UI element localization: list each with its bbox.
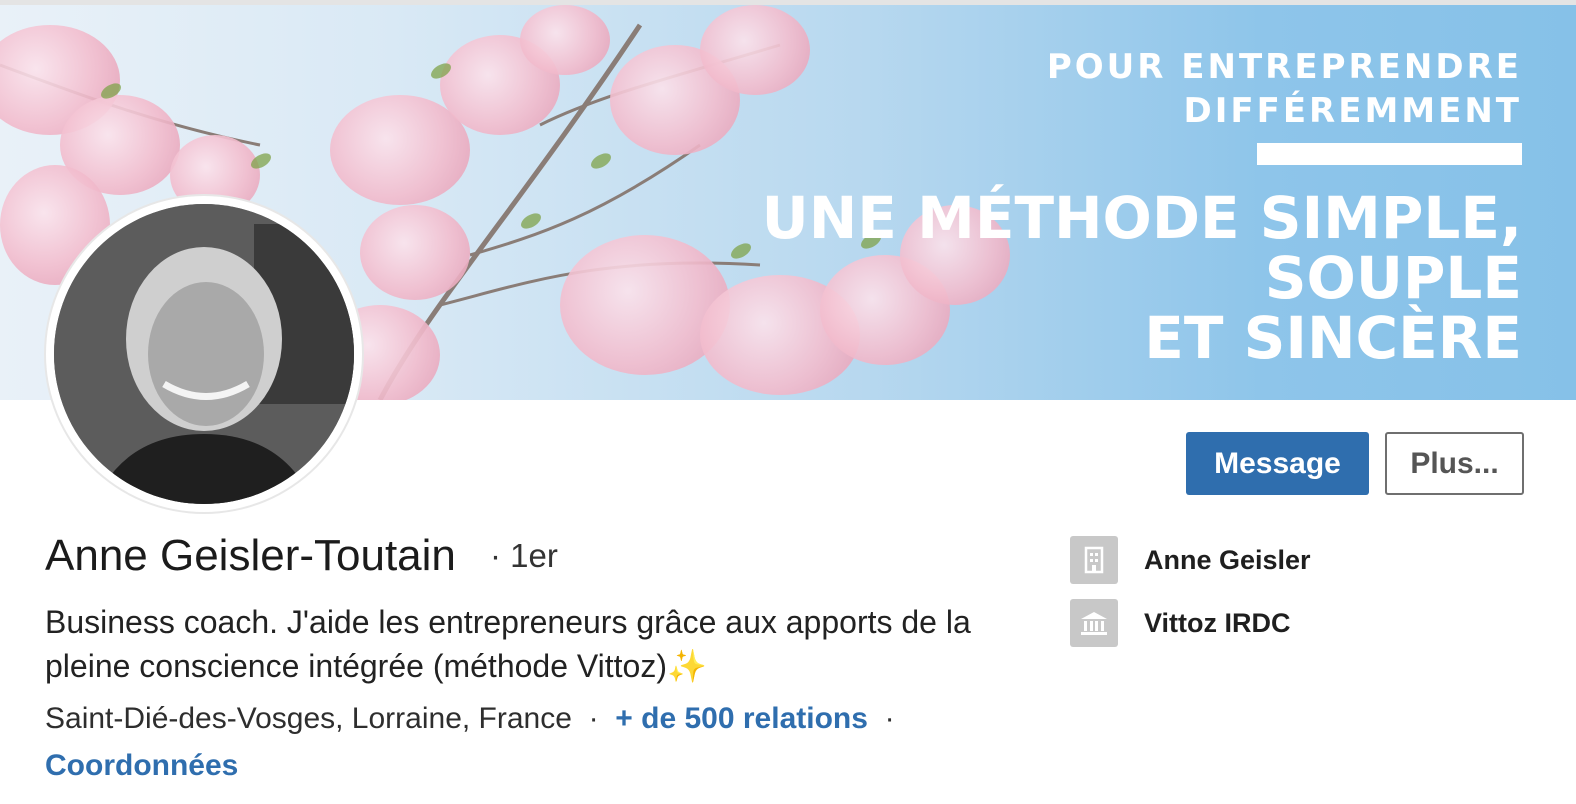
- school-icon: [1070, 599, 1118, 647]
- banner-tagline: POUR ENTREPRENDRE DIFFÉREMMENT: [1047, 45, 1522, 133]
- separator-dot: ·: [580, 702, 607, 735]
- banner-divider: [1257, 143, 1522, 165]
- sidebar-item-company[interactable]: Anne Geisler: [1070, 536, 1311, 584]
- profile-name: Anne Geisler-Toutain: [45, 531, 456, 580]
- sidebar-item-school[interactable]: Vittoz IRDC: [1070, 599, 1291, 647]
- avatar[interactable]: [54, 204, 354, 504]
- banner-line-4: SOUPLE: [1264, 244, 1522, 312]
- profile-headline: Business coach. J'aide les entrepreneurs…: [45, 604, 971, 684]
- connection-degree: · 1er: [490, 537, 558, 574]
- banner-line-2: DIFFÉREMMENT: [1183, 91, 1522, 131]
- sidebar-item-label: Vittoz IRDC: [1144, 607, 1291, 638]
- location-line: Saint-Dié-des-Vosges, Lorraine, France ·…: [45, 702, 895, 736]
- banner-line-3: UNE MÉTHODE SIMPLE,: [761, 184, 1522, 252]
- message-button[interactable]: Message: [1186, 432, 1369, 495]
- banner-line-1: POUR ENTREPRENDRE: [1046, 47, 1522, 87]
- company-icon: [1070, 536, 1118, 584]
- banner-headline: UNE MÉTHODE SIMPLE, SOUPLE ET SINCÈRE: [762, 188, 1522, 368]
- more-button[interactable]: Plus...: [1385, 432, 1524, 495]
- connection-degree-label: 1er: [510, 537, 558, 574]
- sidebar-item-label: Anne Geisler: [1144, 544, 1311, 575]
- profile-photo: [54, 204, 354, 504]
- banner-line-5: ET SINCÈRE: [1144, 304, 1522, 372]
- profile-location: Saint-Dié-des-Vosges, Lorraine, France: [45, 702, 572, 735]
- separator-dot: ·: [876, 702, 895, 735]
- contact-info-link[interactable]: Coordonnées: [45, 749, 238, 783]
- relations-link[interactable]: + de 500 relations: [615, 702, 868, 735]
